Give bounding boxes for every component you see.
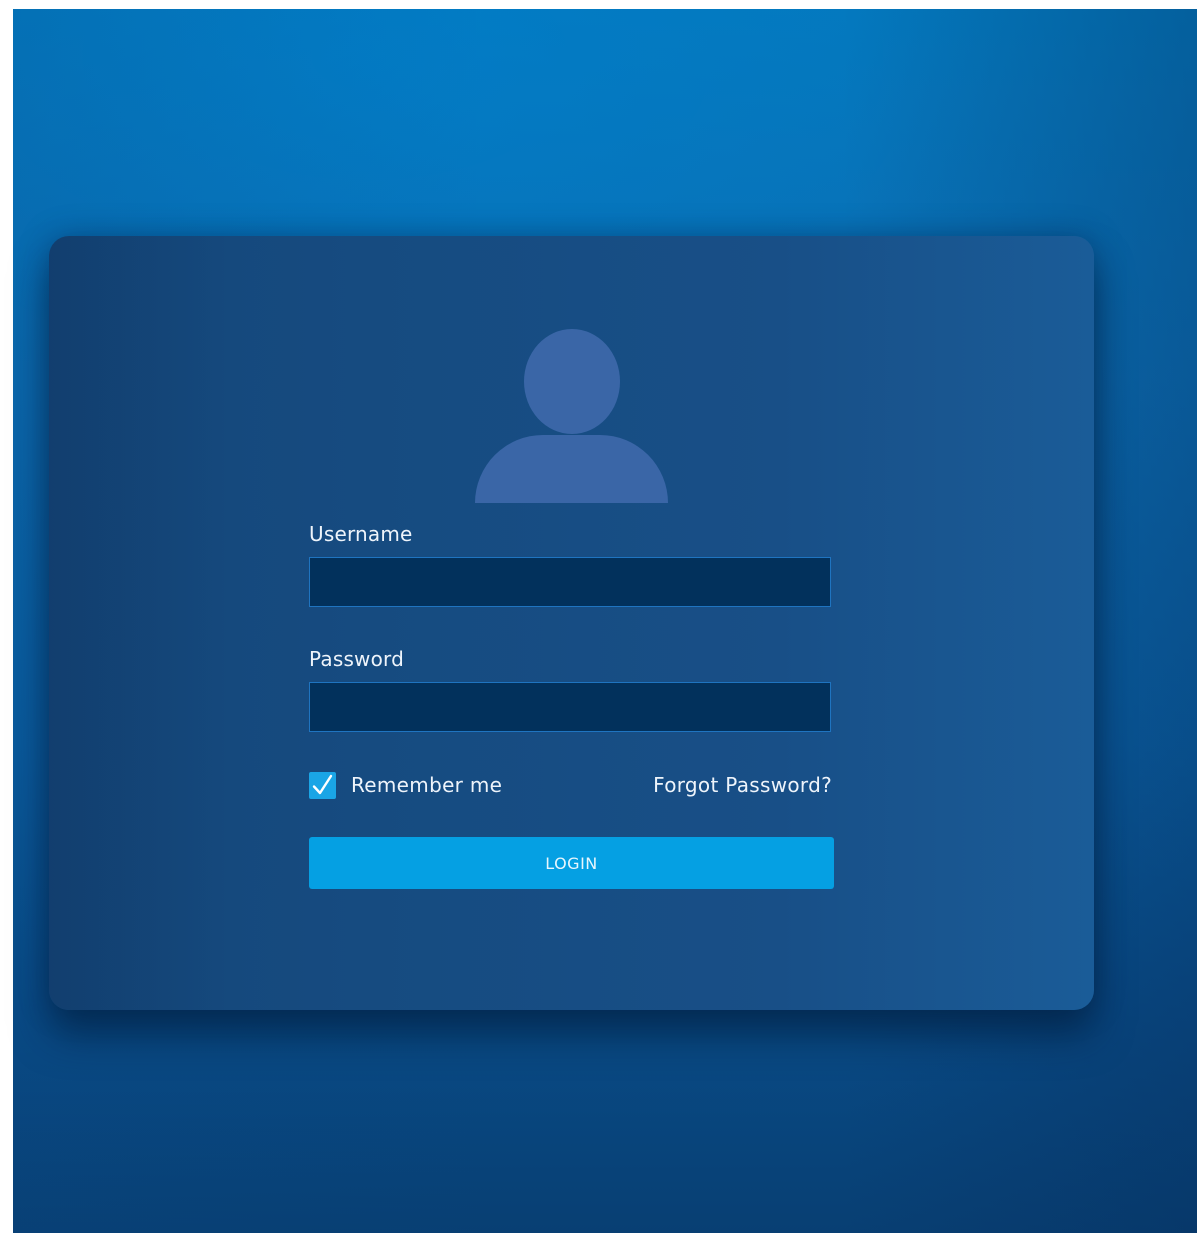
remember-me-checkbox[interactable] <box>309 772 336 799</box>
login-button[interactable]: LOGIN <box>309 837 834 889</box>
username-label: Username <box>309 522 413 546</box>
user-avatar-icon <box>475 329 668 503</box>
password-label: Password <box>309 647 405 671</box>
avatar-body <box>475 435 668 503</box>
avatar-head <box>524 329 620 434</box>
forgot-password-link[interactable]: Forgot Password? <box>653 772 832 799</box>
password-input[interactable] <box>309 682 831 732</box>
checkmark-icon <box>312 774 333 795</box>
remember-me-label[interactable]: Remember me <box>351 772 502 799</box>
username-input[interactable] <box>309 557 831 607</box>
